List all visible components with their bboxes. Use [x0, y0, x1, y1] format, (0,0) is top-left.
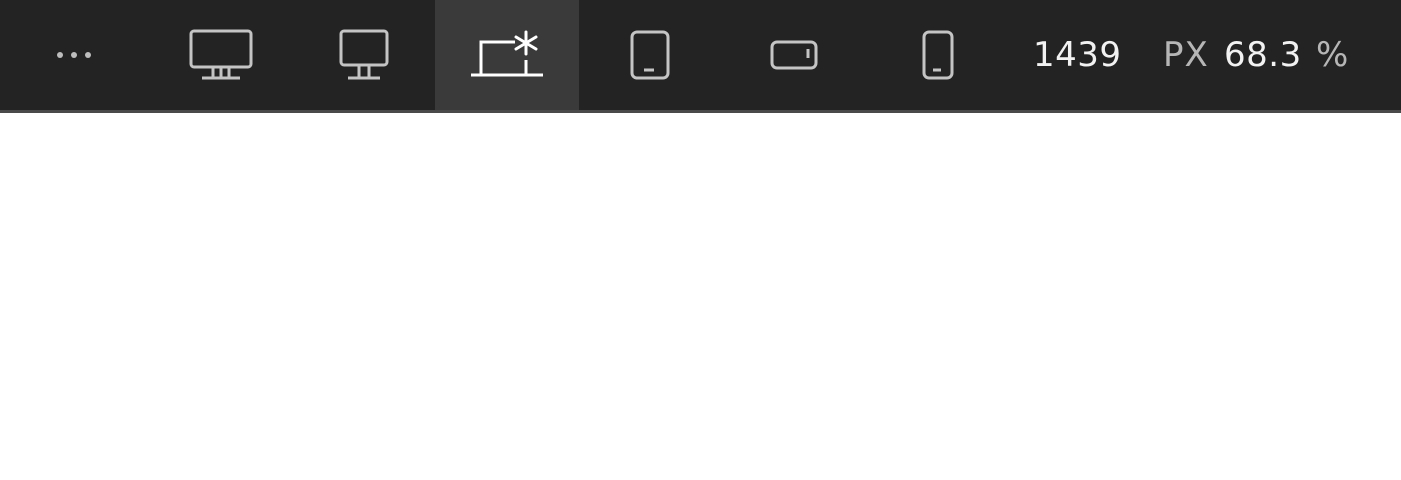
- breakpoint-tablet-button[interactable]: [578, 0, 722, 110]
- breakpoint-mobile-landscape-button[interactable]: [722, 0, 866, 110]
- mobile-landscape-icon: [770, 38, 818, 72]
- more-dots-icon: [54, 50, 94, 60]
- zoom-unit: %: [1316, 35, 1349, 75]
- mobile-portrait-icon: [921, 30, 955, 80]
- more-options-button[interactable]: [2, 0, 146, 110]
- breakpoint-desktop-button[interactable]: [292, 0, 436, 110]
- breakpoint-desktop-large-button[interactable]: [149, 0, 293, 110]
- breakpoint-mobile-portrait-button[interactable]: [866, 0, 1010, 110]
- zoom-value[interactable]: 68.3: [1224, 33, 1302, 77]
- desktop-icon: [338, 29, 390, 81]
- breakpoint-toolbar: 1439 PX 68.3 %: [0, 0, 1401, 113]
- canvas-width-value[interactable]: 1439: [1033, 33, 1122, 77]
- desktop-large-icon: [189, 29, 253, 81]
- design-canvas[interactable]: [0, 113, 1401, 480]
- tablet-portrait-icon: [629, 30, 671, 80]
- canvas-width-unit: PX: [1163, 35, 1209, 75]
- laptop-base-icon: [469, 30, 545, 80]
- breakpoint-base-button[interactable]: [435, 0, 579, 110]
